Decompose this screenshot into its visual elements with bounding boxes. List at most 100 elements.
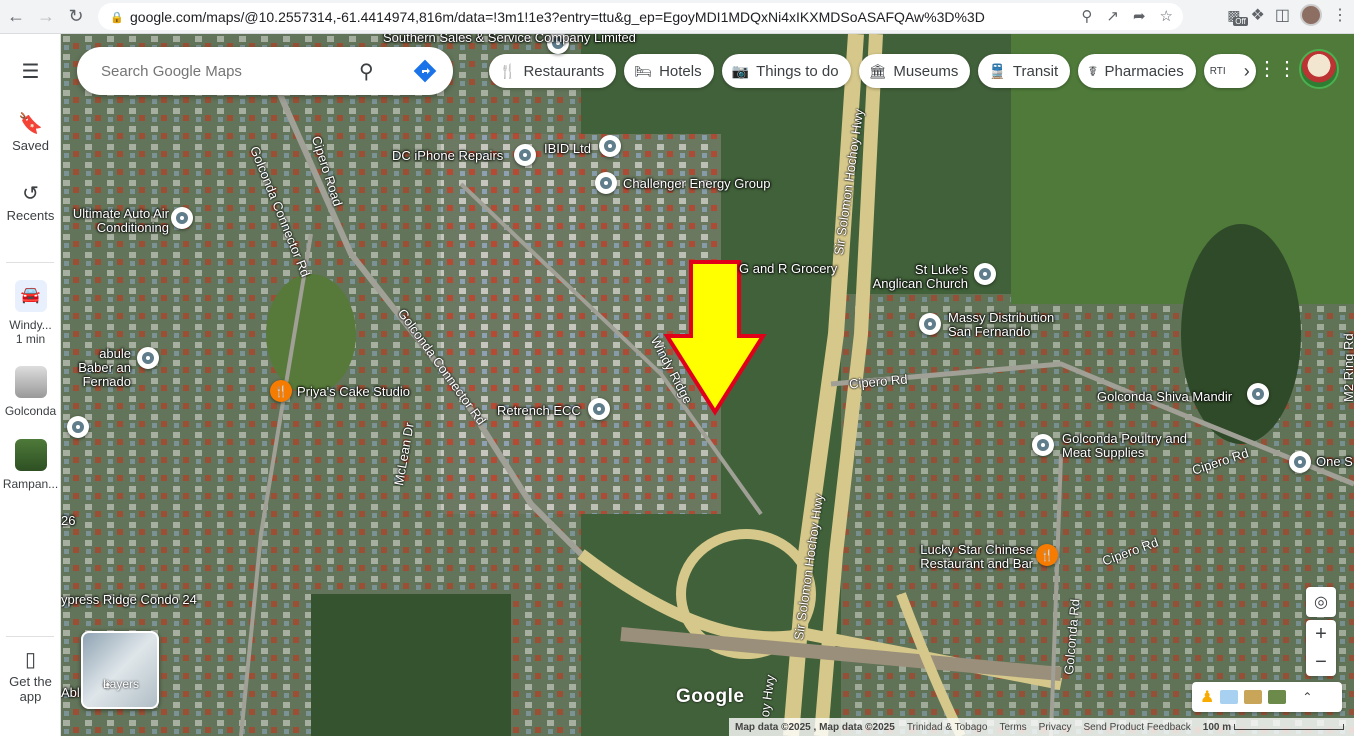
forward-icon[interactable]: →	[32, 3, 60, 31]
scale-text: 100 m	[1202, 721, 1232, 733]
poi-pin[interactable]	[919, 313, 941, 335]
recent-label: Windy...	[9, 318, 52, 332]
hamburger-icon: ☰	[21, 61, 40, 83]
chip-hotels[interactable]: 🛏 Hotels	[624, 54, 714, 88]
side-panel-icon[interactable]: ◫	[1275, 5, 1290, 25]
search-icon[interactable]: ⚲	[359, 59, 383, 83]
recent-item-windy[interactable]: 🚘 Windy... 1 min	[0, 280, 61, 346]
poi-label-abl: Abl	[61, 685, 80, 700]
recent-label: Golconda	[4, 404, 57, 418]
poi-label-challenger[interactable]: Challenger Energy Group	[623, 177, 770, 191]
get-app-button[interactable]: ▯ Get the app	[0, 650, 61, 704]
temple-pin[interactable]	[1247, 383, 1269, 405]
poi-pin[interactable]	[1032, 434, 1054, 456]
poi-label-st-lukes[interactable]: St Luke's Anglican Church	[866, 263, 968, 291]
country-link[interactable]: Trinidad & Tobago	[907, 722, 988, 733]
terrain-thumbnail-icon[interactable]	[1244, 690, 1263, 704]
poi-pin[interactable]	[67, 416, 89, 438]
menu-button[interactable]: ☰	[0, 62, 61, 86]
chip-label: Museums	[893, 62, 959, 80]
chip-things-to-do[interactable]: 📷 Things to do	[721, 54, 851, 88]
poi-label-priyas[interactable]: Priya's Cake Studio	[297, 385, 410, 399]
poi-pin[interactable]	[1289, 451, 1311, 473]
category-chips: 🍴 Restaurants 🛏 Hotels 📷 Things to do 🏛 Muse…	[489, 54, 1256, 88]
poi-label-cypress[interactable]: ypress Ridge Condo 24	[61, 593, 197, 607]
recents-button[interactable]: ↺ Recents	[0, 184, 61, 223]
chip-museums[interactable]: 🏛 Museums	[858, 54, 971, 88]
poi-label-lucky-star[interactable]: Lucky Star Chinese Restaurant and Bar	[911, 543, 1033, 571]
recent-item-rampan[interactable]: Rampan...	[0, 439, 61, 491]
privacy-link[interactable]: Privacy	[1039, 722, 1072, 733]
zoom-controls: + −	[1306, 620, 1336, 676]
layers-button[interactable]: ◈ Layers	[81, 631, 159, 709]
directions-icon[interactable]	[413, 59, 437, 83]
profile-avatar[interactable]	[1300, 4, 1322, 26]
poi-pin[interactable]	[599, 135, 621, 157]
church-pin[interactable]	[974, 263, 996, 285]
account-avatar[interactable]	[1299, 49, 1339, 89]
satellite-thumbnail-icon[interactable]	[1268, 690, 1287, 704]
my-location-icon: ◎	[1314, 594, 1328, 611]
poi-label-retrench[interactable]: Retrench ECC	[497, 404, 581, 418]
pegman-icon[interactable]: ♟	[1200, 687, 1214, 707]
poi-pin[interactable]	[595, 172, 617, 194]
share-icon[interactable]: ➦	[1133, 7, 1146, 25]
fork-knife-icon: 🍴	[499, 62, 517, 79]
poi-label-dc-iphone[interactable]: DC iPhone Repairs	[392, 149, 503, 163]
recent-item-golconda[interactable]: Golconda	[0, 366, 61, 418]
poi-pin[interactable]	[137, 347, 159, 369]
chip-pharmacies[interactable]: ☤ Pharmacies	[1078, 54, 1196, 88]
layers-text: Layers	[103, 677, 140, 691]
map-data-text: Map data ©2025 , Map data ©2025	[735, 721, 895, 733]
search-input[interactable]	[101, 62, 361, 80]
restaurant-pin[interactable]: 🍴	[1036, 544, 1058, 566]
location-icon[interactable]: ⚲	[1081, 7, 1092, 25]
address-bar[interactable]: 🔒 google.com/maps/@10.2557314,-61.441497…	[98, 3, 1183, 30]
google-logo: Google	[676, 686, 745, 707]
chip-restaurants[interactable]: 🍴 Restaurants	[489, 54, 617, 88]
poi-label-ibid[interactable]: IBID Ltd	[544, 142, 591, 156]
bookmark-icon: 🔖	[18, 113, 43, 135]
my-location-button[interactable]: ◎	[1306, 587, 1336, 617]
poi-pin[interactable]	[171, 207, 193, 229]
terms-link[interactable]: Terms	[999, 722, 1026, 733]
extensions-puzzle-icon[interactable]: ❖	[1251, 5, 1265, 25]
menu-kebab-icon[interactable]: ⋮	[1332, 5, 1348, 25]
poi-label-ultimate[interactable]: Ultimate Auto Air Conditioning	[65, 207, 169, 235]
extension-badge: Off	[1233, 16, 1248, 26]
divider	[6, 262, 54, 263]
bed-icon: 🛏	[634, 62, 653, 79]
feedback-link[interactable]: Send Product Feedback	[1083, 722, 1190, 733]
back-icon[interactable]: ←	[2, 3, 30, 31]
search-box[interactable]: ⚲	[77, 47, 453, 95]
restaurant-pin[interactable]: 🍴	[270, 380, 292, 402]
expand-up-icon[interactable]: ⌃	[1302, 690, 1312, 704]
poi-label-southern[interactable]: Southern Sales & Service Company Limited	[383, 34, 636, 45]
zoom-in-button[interactable]: +	[1315, 620, 1327, 648]
poi-label-g-and-r[interactable]: G and R Grocery	[739, 262, 837, 276]
zoom-out-button[interactable]: −	[1315, 648, 1327, 676]
reload-icon[interactable]: ↻	[62, 3, 90, 31]
poi-pin[interactable]	[514, 144, 536, 166]
apps-grid-icon[interactable]: ⋮⋮⋮	[1257, 56, 1317, 86]
map-thumbnail-icon[interactable]	[1220, 690, 1239, 704]
open-in-app-icon[interactable]: ↗	[1106, 7, 1119, 25]
chip-label: Things to do	[756, 62, 839, 80]
chip-label: Pharmacies	[1104, 62, 1184, 80]
map-canvas[interactable]: ⚲ 🍴 Restaurants 🛏 Hotels 📷 Things to do 🏛 Mu…	[61, 34, 1354, 736]
poi-label-one-s[interactable]: One S	[1316, 455, 1353, 469]
poi-label-massy[interactable]: Massy Distribution San Fernando	[948, 311, 1078, 339]
extension-off-icon[interactable]: ▩ Off	[1227, 7, 1248, 26]
poi-label-poultry[interactable]: Golconda Poultry and Meat Supplies	[1062, 432, 1202, 460]
chip-transit[interactable]: 🚆 Transit	[978, 54, 1071, 88]
road-label: M2 Ring Rd	[1341, 333, 1354, 402]
poi-label-26: 26	[61, 513, 76, 528]
poi-label-babel[interactable]: abule Baber an Fernado	[61, 347, 131, 389]
chips-more-button[interactable]: RTI ›	[1203, 54, 1256, 88]
school-pin[interactable]	[588, 398, 610, 420]
poi-label-shiva[interactable]: Golconda Shiva Mandir	[1097, 390, 1232, 404]
url-text: google.com/maps/@10.2557314,-61.4414974,…	[130, 8, 985, 25]
saved-button[interactable]: 🔖 Saved	[0, 114, 61, 153]
bookmark-star-icon[interactable]: ☆	[1160, 7, 1173, 25]
scale-bar[interactable]: 100 m	[1203, 722, 1344, 733]
